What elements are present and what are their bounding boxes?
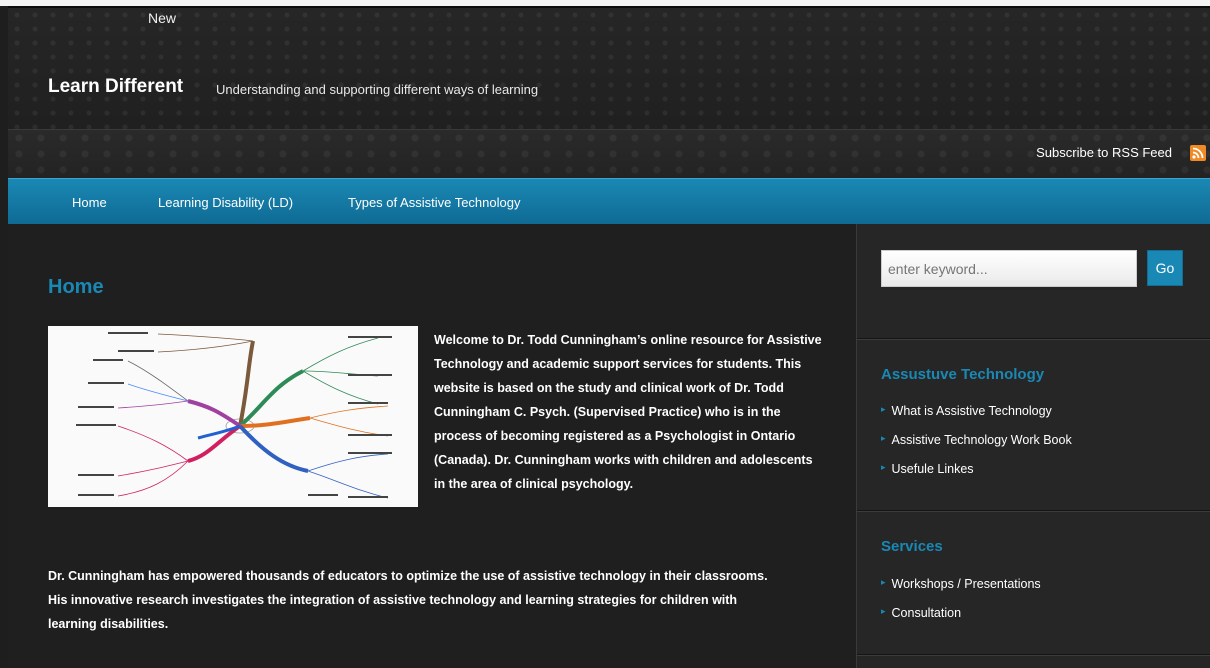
- nav-types-of-assistive-technology[interactable]: Types of Assistive Technology: [348, 195, 520, 210]
- research-paragraph: Dr. Cunningham has empowered thousands o…: [48, 569, 768, 631]
- search-input[interactable]: [881, 250, 1137, 287]
- site-header: New Learn Different Understanding and su…: [8, 8, 1210, 130]
- subscribe-bar: Subscribe to RSS Feed: [8, 130, 1210, 178]
- sidebar-link-label: Consultation: [891, 606, 962, 620]
- site-tagline: Understanding and supporting different w…: [216, 82, 539, 97]
- search-go-button[interactable]: Go: [1147, 250, 1183, 286]
- widget-title-assistive-technology: Assustuve Technology: [881, 366, 1045, 383]
- sidebar-link-label: Workshops / Presentations: [891, 577, 1041, 591]
- bullet-icon: ▸: [881, 404, 886, 414]
- sidebar-link-label: Usefule Linkes: [891, 462, 974, 476]
- nav-learning-disability[interactable]: Learning Disability (LD): [158, 195, 293, 210]
- sidebar-link-what-is-assistive-technology[interactable]: ▸ What is Assistive Technology: [881, 404, 1052, 418]
- sidebar-link-workshops[interactable]: ▸ Workshops / Presentations: [881, 577, 1041, 591]
- bullet-icon: ▸: [881, 462, 886, 472]
- bullet-icon: ▸: [881, 577, 886, 587]
- main-nav: Home Learning Disability (LD) Types of A…: [8, 178, 1210, 224]
- sidebar-link-assistive-technology-work-book[interactable]: ▸ Assistive Technology Work Book: [881, 433, 1072, 447]
- bullet-icon: ▸: [881, 606, 886, 616]
- sidebar: Go Assustuve Technology ▸ What is Assisti…: [856, 224, 1210, 668]
- widget-title-services: Services: [881, 538, 943, 555]
- bullet-icon: ▸: [881, 433, 886, 443]
- mind-map-image: [48, 326, 418, 507]
- sidebar-divider: [857, 655, 1210, 656]
- sidebar-link-useful-links[interactable]: ▸ Usefule Linkes: [881, 462, 974, 476]
- page-title: Home: [48, 276, 104, 298]
- site-title[interactable]: Learn Different: [48, 76, 183, 98]
- sidebar-link-label: What is Assistive Technology: [891, 404, 1052, 418]
- rss-icon[interactable]: [1190, 145, 1206, 161]
- sidebar-divider: [857, 339, 1210, 340]
- intro-paragraph: Welcome to Dr. Todd Cunningham’s online …: [434, 333, 822, 491]
- sidebar-divider: [857, 511, 1210, 512]
- nav-home[interactable]: Home: [72, 195, 107, 210]
- sidebar-link-label: Assistive Technology Work Book: [891, 433, 1072, 447]
- main-content: Home Welcome to Dr. Todd Cunningham’s on…: [8, 224, 856, 668]
- sidebar-link-consultation[interactable]: ▸ Consultation: [881, 606, 961, 620]
- new-label: New: [148, 10, 177, 26]
- rss-subscribe-link[interactable]: Subscribe to RSS Feed: [1036, 145, 1172, 160]
